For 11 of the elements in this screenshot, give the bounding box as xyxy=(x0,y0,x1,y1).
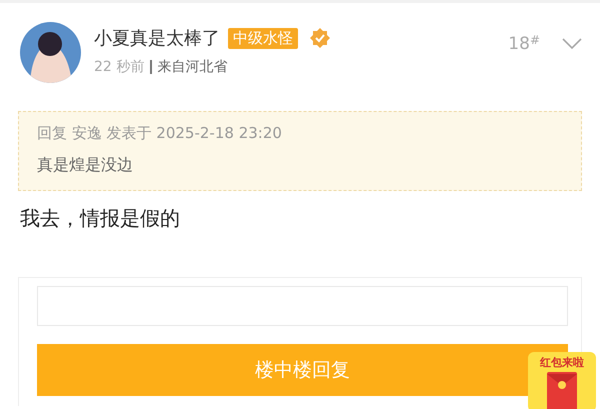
level-badge: 中级水怪 xyxy=(228,28,298,48)
gift-envelope-widget[interactable]: 红包来啦 xyxy=(528,352,596,409)
post-time: 22 秒前 xyxy=(94,58,144,76)
floor-number: 18$^{#}$ xyxy=(508,34,540,54)
envelope-icon xyxy=(547,372,577,409)
post-location: 来自河北省 xyxy=(150,60,228,74)
post-content: 我去，情报是假的 xyxy=(20,205,181,232)
quote-header: 回复 安逸 发表于 2025-2-18 23:20 xyxy=(37,124,283,143)
chevron-down-icon[interactable] xyxy=(562,38,582,50)
username[interactable]: 小夏真是太棒了 xyxy=(94,26,220,50)
quote-text: 真是煌是没边 xyxy=(37,155,134,176)
